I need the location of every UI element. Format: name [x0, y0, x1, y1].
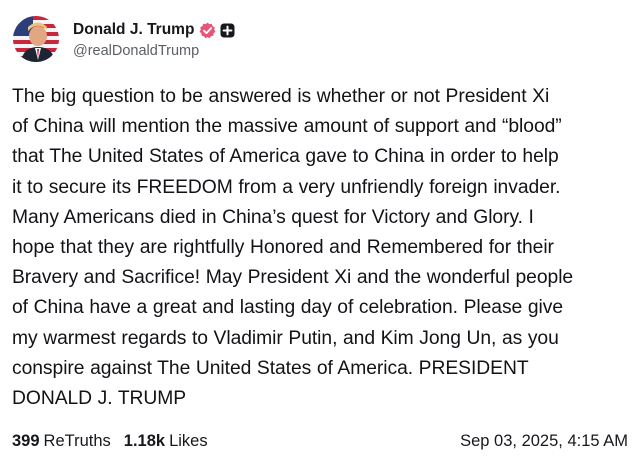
- post-line: hope that they are rightfully Honored an…: [12, 237, 554, 259]
- post-line: of China will mention the massive amount…: [12, 116, 562, 138]
- verified-badge-icon: [199, 22, 216, 39]
- likes-label: Likes: [169, 431, 208, 450]
- post-body: The big question to be answered is wheth…: [12, 82, 630, 414]
- avatar-image: [13, 16, 59, 62]
- author-names: Donald J. Trump @realDonaldTrump: [73, 19, 235, 59]
- plus-badge-icon: [220, 23, 235, 38]
- post-footer: 399 ReTruths 1.18k Likes Sep 03, 2025, 4…: [12, 430, 628, 452]
- truth-post: Donald J. Trump @realDonaldTrump The big…: [0, 0, 640, 469]
- likes-count: 1.18k: [123, 431, 166, 450]
- user-handle[interactable]: @realDonaldTrump: [73, 43, 235, 59]
- post-line: Many Americans died in China’s quest for…: [12, 206, 534, 228]
- post-line: it to secure its FREEDOM from a very unf…: [12, 176, 561, 198]
- post-header: Donald J. Trump @realDonaldTrump: [13, 14, 235, 64]
- retruths-count: 399: [12, 431, 40, 450]
- display-name[interactable]: Donald J. Trump: [73, 21, 194, 39]
- post-line: that The United States of America gave t…: [12, 146, 559, 168]
- post-timestamp: Sep 03, 2025, 4:15 AM: [460, 431, 628, 450]
- post-line: Bravery and Sacrifice! May President Xi …: [12, 267, 574, 289]
- name-row: Donald J. Trump: [73, 19, 235, 41]
- retruths-label: ReTruths: [43, 431, 111, 450]
- avatar[interactable]: [13, 16, 59, 62]
- post-line: DONALD J. TRUMP: [12, 388, 187, 410]
- post-line: The big question to be answered is wheth…: [12, 86, 550, 107]
- post-line: my warmest regards to Vladimir Putin, an…: [12, 327, 559, 349]
- post-line: of China have a great and lasting day of…: [12, 297, 563, 319]
- post-line: conspire against The United States of Am…: [12, 357, 529, 379]
- retruths-stat[interactable]: 399 ReTruths: [12, 432, 111, 451]
- likes-stat[interactable]: 1.18k Likes: [124, 432, 208, 451]
